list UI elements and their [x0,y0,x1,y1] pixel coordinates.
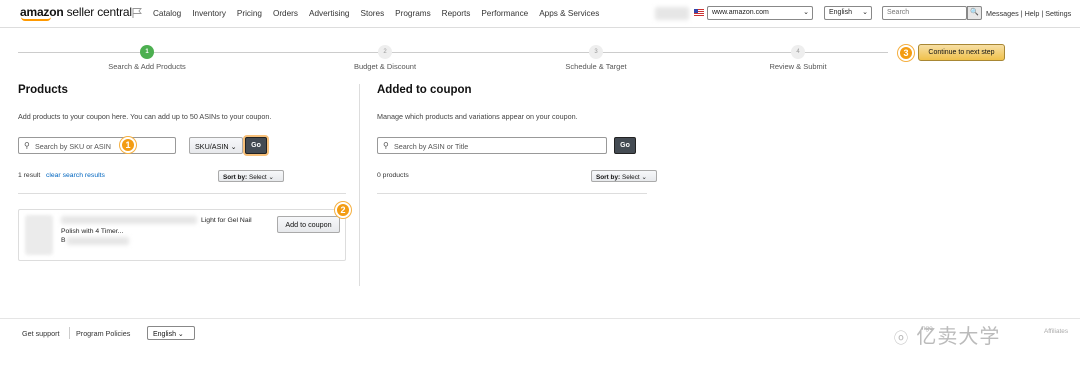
main-nav-menu: Catalog Inventory Pricing Orders Adverti… [153,9,610,18]
step-3-label: Schedule & Target [565,62,627,71]
step-1-label: Search & Add Products [108,62,186,71]
callout-badge-1: 1 [120,137,136,153]
coupon-heading: Added to coupon [377,84,472,96]
coupon-divider [377,193,647,194]
products-sort-select[interactable]: Sort by: Select ⌄ [218,170,284,182]
marketplace-select[interactable]: www.amazon.com ⌄ [707,6,813,20]
product-search-input[interactable]: ⚲ Search by SKU or ASIN [18,137,176,154]
panel-divider [359,84,360,286]
nav-item-pricing[interactable]: Pricing [237,9,262,18]
coupon-product-count: 0 products [377,172,409,179]
chevron-down-icon: ⌄ [641,174,647,181]
products-divider [18,193,346,194]
callout-badge-3: 3 [898,45,914,61]
nav-item-apps-services[interactable]: Apps & Services [539,9,599,18]
footer-divider [0,318,1080,319]
step-4-dot: 4 [791,45,805,59]
product-asin-redacted [67,237,129,245]
nav-item-stores[interactable]: Stores [361,9,385,18]
step-2-dot: 2 [378,45,392,59]
product-thumbnail [25,215,53,255]
nav-item-reports[interactable]: Reports [442,9,471,18]
clear-search-link[interactable]: clear search results [46,172,105,179]
us-flag-icon [694,9,704,16]
nav-item-advertising[interactable]: Advertising [309,9,350,18]
add-to-coupon-button[interactable]: Add to coupon [277,216,340,233]
wechat-icon: ⓞ [894,331,909,347]
continue-button[interactable]: Continue to next step [918,44,1005,61]
product-title-tail: Light for Gel Nail [201,217,252,224]
result-summary: 1 result clear search results [18,172,105,179]
top-nav-bar: amazon seller central Catalog Inventory … [0,0,1080,28]
products-heading: Products [18,84,68,96]
coupon-description: Manage which products and variations app… [377,112,578,121]
chevron-down-icon: ⌄ [803,9,809,16]
nav-item-orders[interactable]: Orders [273,9,298,18]
language-select[interactable]: English ⌄ [824,6,872,20]
step-2-label: Budget & Discount [353,62,417,71]
step-3-dot: 3 [589,45,603,59]
watermark-logo: ⓞ 亿卖大学 [894,324,1001,348]
get-support-link[interactable]: Get support [22,329,60,338]
account-name-redacted [655,7,689,20]
amazon-smile-icon [21,17,51,21]
flag-icon[interactable] [131,7,143,19]
product-title-line2: Polish with 4 Timer... [61,228,124,235]
nav-item-programs[interactable]: Programs [395,9,431,18]
search-type-select[interactable]: SKU/ASIN ⌄ [189,137,243,154]
footer-language-select[interactable]: English ⌄ [147,326,195,340]
products-description: Add products to your coupon here. You ca… [18,112,272,121]
step-1-dot: 1 [140,45,154,59]
chevron-down-icon: ⌄ [177,331,184,338]
chevron-down-icon: ⌄ [268,174,274,181]
product-result-card: Light for Gel Nail Polish with 4 Timer..… [18,209,346,261]
callout-badge-2: 2 [335,202,351,218]
chevron-down-icon: ⌄ [862,9,868,16]
footer-affiliates-text: Affiliates [1044,328,1069,335]
utility-links[interactable]: Messages | Help | Settings [986,9,1071,18]
nav-item-catalog[interactable]: Catalog [153,9,181,18]
chevron-down-icon: ⌄ [230,142,237,151]
product-title-redacted [61,216,197,224]
global-search-input[interactable]: Search [882,6,967,20]
nav-item-performance[interactable]: Performance [481,9,528,18]
product-asin: B [61,237,66,244]
search-button[interactable]: 🔍 [967,6,982,20]
coupon-sort-select[interactable]: Sort by: Select ⌄ [591,170,657,182]
coupon-search-input[interactable]: ⚲ Search by ASIN or Title [377,137,607,154]
footer-separator [69,327,70,339]
product-search-go-button[interactable]: Go [245,137,267,154]
program-policies-link[interactable]: Program Policies [76,329,130,338]
search-icon: 🔍 [970,9,979,16]
step-4-label: Review & Submit [769,62,827,71]
search-icon: ⚲ [24,141,30,150]
coupon-search-go-button[interactable]: Go [614,137,636,154]
search-icon: ⚲ [383,141,389,150]
nav-item-inventory[interactable]: Inventory [192,9,226,18]
